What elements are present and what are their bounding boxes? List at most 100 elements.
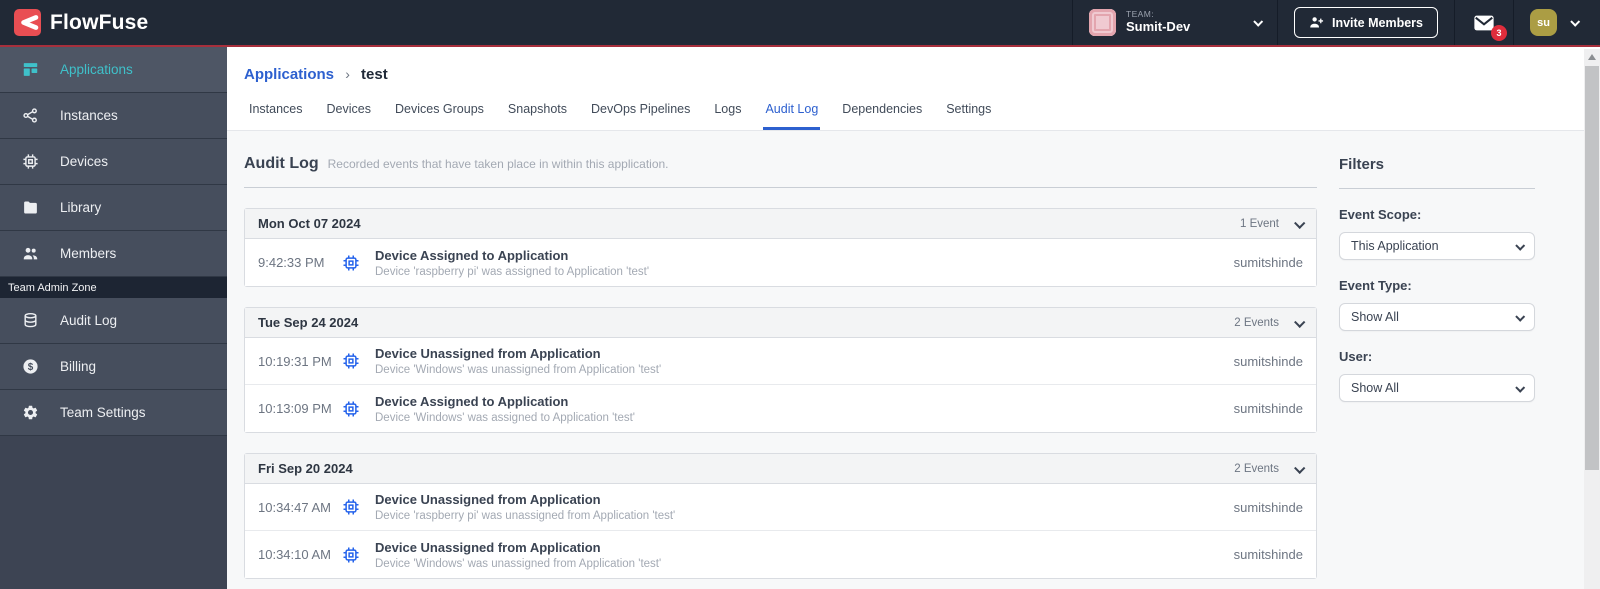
tab-settings[interactable]: Settings [944,92,993,130]
tab-dependencies[interactable]: Dependencies [840,92,924,130]
event-row: 10:13:09 PM Device Assigned to Applicati… [245,385,1316,432]
event-row: 9:42:33 PM Device Assigned to Applicatio… [245,239,1316,286]
tab-instances[interactable]: Instances [247,92,305,130]
event-user: sumitshinde [1233,401,1303,416]
sidebar-item-label: Team Settings [60,405,146,420]
sidebar-item-audit-log[interactable]: Audit Log [0,298,227,344]
group-event-count: 1 Event [1240,217,1279,230]
chevron-down-icon [1515,240,1526,251]
sidebar-item-label: Applications [60,62,133,77]
flowfuse-logo[interactable]: FlowFuse [0,9,148,36]
group-date: Fri Sep 20 2024 [258,461,353,476]
event-title: Device Unassigned from Application [375,492,601,507]
event-description: Device 'Windows' was unassigned from App… [375,557,662,570]
scroll-up-icon [1588,54,1596,60]
user-filter-label: User: [1339,349,1373,364]
sidebar-item-library[interactable]: Library [0,185,227,231]
breadcrumb-current: test [361,66,388,83]
event-type-value: Show All [1351,310,1399,324]
event-user: sumitshinde [1233,547,1303,562]
divider [1339,188,1535,189]
tab-logs[interactable]: Logs [712,92,743,130]
sidebar-item-instances[interactable]: Instances [0,93,227,139]
tab-snapshots[interactable]: Snapshots [506,92,569,130]
device-chip-icon [342,352,360,370]
sidebar-item-team-settings[interactable]: Team Settings [0,390,227,436]
event-time: 10:13:09 PM [258,401,332,416]
sidebar-item-label: Devices [60,154,109,169]
chevron-down-icon[interactable] [1294,462,1306,474]
event-title: Device Unassigned from Application [375,539,601,555]
event-group-header[interactable]: Mon Oct 07 2024 1 Event [245,209,1316,239]
divider [244,187,1317,188]
event-scope-value: This Application [1351,239,1439,253]
tab-devices[interactable]: Devices [325,92,373,130]
event-description: Device 'Windows' was assigned to Applica… [375,411,635,424]
group-date: Tue Sep 24 2024 [258,315,359,330]
event-group-header[interactable]: Tue Sep 24 2024 2 Events [245,308,1316,338]
main-area: Applications › test Instances Devices De… [227,47,1600,589]
event-title: Device Unassigned from Application [375,346,601,361]
event-time: 9:42:33 PM [258,255,325,270]
chevron-down-icon[interactable] [1294,316,1306,328]
team-avatar [1088,9,1116,36]
event-user: sumitshinde [1233,353,1303,369]
sidebar-item-label: Members [60,246,117,261]
breadcrumb: Applications › test [227,47,1600,92]
tab-audit-log[interactable]: Audit Log [763,92,821,130]
chevron-down-icon[interactable] [1294,217,1306,229]
event-time: 10:19:31 PM [258,353,332,369]
team-switcher[interactable]: TEAM: Sumit-Dev [1071,0,1277,45]
sidebar-item-applications[interactable]: Applications [0,47,227,93]
app-header: FlowFuse TEAM: Sumit-Dev Invite Members [0,0,1600,47]
scrollbar-thumb[interactable] [1585,66,1599,470]
sidebar: Applications Instances Devices Library M… [0,47,227,589]
billing-icon: $ [23,359,38,374]
user-filter-select[interactable]: Show All [1339,374,1535,402]
event-title: Device Assigned to Application [375,393,569,409]
device-chip-icon [342,400,360,418]
library-icon [24,201,37,214]
scroll-up-button[interactable] [1584,49,1600,65]
event-type-label: Event Type: [1339,278,1412,293]
user-menu-chevron-icon[interactable] [1570,16,1581,27]
sidebar-item-billing[interactable]: $ Billing [0,344,227,390]
notifications-button[interactable]: 3 [1471,12,1507,41]
page-title: Audit Log [244,155,319,172]
event-description: Device 'raspberry pi' was unassigned fro… [375,510,676,522]
invite-members-button[interactable]: Invite Members [1293,7,1438,38]
sidebar-item-label: Billing [60,359,97,374]
team-admin-zone-label: Team Admin Zone [0,277,227,298]
chevron-down-icon [1253,16,1264,27]
sidebar-item-label: Instances [60,108,118,123]
event-type-select[interactable]: Show All [1339,303,1535,331]
flowfuse-logo-icon [14,9,41,36]
group-date: Mon Oct 07 2024 [258,216,361,231]
devices-icon [23,154,38,169]
event-title: Device Assigned to Application [375,247,569,263]
sidebar-item-members[interactable]: Members [0,231,227,277]
device-chip-icon [342,546,360,564]
event-description: Device 'raspberry pi' was assigned to Ap… [375,265,650,278]
event-group-header[interactable]: Fri Sep 20 2024 2 Events [245,454,1316,484]
tab-devices-groups[interactable]: Devices Groups [393,92,486,130]
tab-bar: Instances Devices Devices Groups Snapsho… [227,92,1600,131]
filters-title: Filters [1339,156,1385,173]
tab-devops-pipelines[interactable]: DevOps Pipelines [589,92,692,130]
logo-text: FlowFuse [50,10,149,34]
user-filter-value: Show All [1351,381,1399,395]
event-row: 10:19:31 PM Device Unassigned from Appli… [245,338,1316,385]
team-name: Sumit-Dev [1125,18,1191,34]
breadcrumb-applications-link[interactable]: Applications [244,66,334,83]
vertical-scrollbar[interactable] [1584,49,1600,589]
sidebar-item-label: Audit Log [60,313,118,328]
event-scope-select[interactable]: This Application [1339,232,1535,260]
sidebar-item-devices[interactable]: Devices [0,139,227,185]
event-group: Fri Sep 20 2024 2 Events 10:34:47 AM Dev… [244,453,1317,579]
event-scope-label: Event Scope: [1339,207,1422,222]
event-row: 10:34:10 AM Device Unassigned from Appli… [245,531,1316,578]
group-event-count: 2 Events [1234,316,1279,329]
audit-log-icon [24,312,37,328]
filters-panel: Filters Event Scope: This Application Ev… [1339,147,1535,579]
user-avatar[interactable]: su [1530,9,1557,36]
